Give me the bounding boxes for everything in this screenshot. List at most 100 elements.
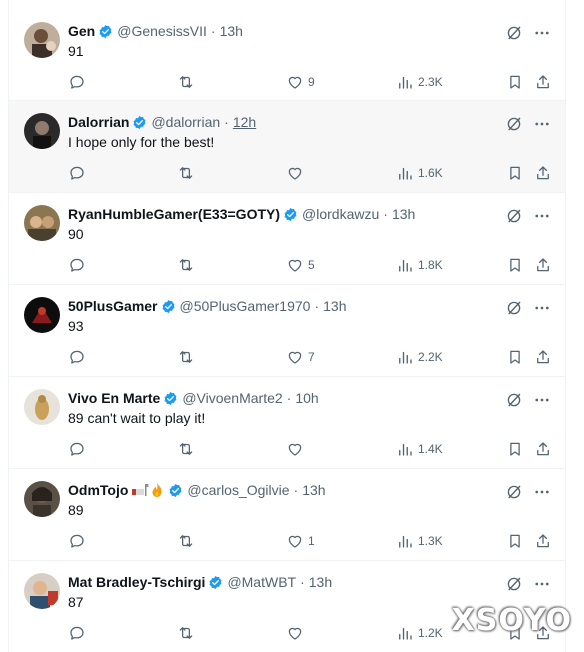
retweet-button[interactable] [177,532,199,550]
handle[interactable]: @MatWBT [227,574,296,590]
display-name[interactable]: RyanHumbleGamer(E33=GOTY) [68,206,280,222]
share-button[interactable] [534,164,552,182]
timestamp[interactable]: 10h [295,390,318,406]
bookmark-button[interactable] [506,164,524,182]
handle[interactable]: @VivoenMarte2 [182,390,282,406]
handle[interactable]: @carlos_Ogilvie [187,482,289,498]
more-icon[interactable] [533,391,551,409]
reply-button[interactable] [68,624,90,642]
like-icon [288,535,302,548]
separator-dot: · [300,574,305,590]
views-button[interactable]: 1.8K [396,256,443,274]
more-icon[interactable] [533,575,551,593]
bookmark-button[interactable] [506,348,524,366]
handle[interactable]: @dalorrian [151,114,220,130]
like-button[interactable]: 9 [286,73,315,91]
bookmark-button[interactable] [506,532,524,550]
grok-icon[interactable] [505,24,523,42]
avatar[interactable] [24,22,60,58]
timestamp[interactable]: 13h [302,482,325,498]
retweet-button[interactable] [177,440,199,458]
grok-icon[interactable] [505,575,523,593]
tweet-header: Mat Bradley-Tschirgi @MatWBT · 13h [68,573,332,591]
verified-badge-icon [169,483,182,497]
reply-button[interactable] [68,256,90,274]
share-button[interactable] [534,440,552,458]
share-button[interactable] [534,256,552,274]
grok-icon[interactable] [505,207,523,225]
reply-button[interactable] [68,440,90,458]
display-name[interactable]: 50PlusGamer [68,298,158,314]
share-button[interactable] [534,73,552,91]
reply-button[interactable] [68,164,90,182]
reply-button[interactable] [68,73,90,91]
display-name[interactable]: Mat Bradley-Tschirgi [68,574,205,590]
more-icon[interactable] [533,24,551,42]
more-icon[interactable] [533,483,551,501]
bookmark-button[interactable] [506,256,524,274]
like-button[interactable] [286,440,308,458]
more-icon[interactable] [533,115,551,133]
bookmark-button[interactable] [506,73,524,91]
like-icon [288,167,302,180]
retweet-button[interactable] [177,164,199,182]
share-button[interactable] [534,348,552,366]
views-button[interactable]: 1.2K [396,624,443,642]
like-button[interactable] [286,624,308,642]
watermark-text: XSOYO [451,603,572,638]
avatar[interactable] [24,573,60,609]
timestamp[interactable]: 13h [309,574,332,590]
views-button[interactable]: 2.2K [396,348,443,366]
avatar[interactable] [24,113,60,149]
share-icon [537,75,549,89]
more-icon[interactable] [533,299,551,317]
like-button[interactable]: 7 [286,348,315,366]
timestamp[interactable]: 13h [392,206,415,222]
avatar[interactable] [24,205,60,241]
bookmark-button[interactable] [506,440,524,458]
reply-button[interactable] [68,348,90,366]
reply-button[interactable] [68,532,90,550]
retweet-button[interactable] [177,624,199,642]
separator-dot: · [293,482,299,498]
grok-icon[interactable] [505,483,523,501]
display-name[interactable]: Vivo En Marte [68,390,160,406]
tweet[interactable]: RyanHumbleGamer(E33=GOTY) @lordkawzu · 1… [9,193,565,285]
retweet-button[interactable] [177,348,199,366]
more-icon[interactable] [533,207,551,225]
handle[interactable]: @50PlusGamer1970 [180,298,311,314]
views-button[interactable]: 1.3K [396,532,443,550]
handle[interactable]: @GenesissVII [117,23,207,39]
tweet[interactable]: Vivo En Marte @VivoenMarte2 · 10h 89 can… [9,377,565,469]
verified-badge-icon [284,207,297,221]
avatar[interactable] [24,481,60,517]
timestamp[interactable]: 12h [233,114,256,130]
avatar[interactable] [24,389,60,425]
retweet-button[interactable] [177,256,199,274]
timestamp[interactable]: 13h [220,23,243,39]
like-button[interactable]: 1 [286,532,315,550]
avatar[interactable] [24,297,60,333]
like-button[interactable]: 5 [286,256,315,274]
grok-icon[interactable] [505,115,523,133]
retweet-button[interactable] [177,73,199,91]
timestamp[interactable]: 13h [323,298,346,314]
tweet[interactable]: 50PlusGamer @50PlusGamer1970 · 13h 93 7 [9,285,565,377]
grok-icon[interactable] [505,299,523,317]
share-button[interactable] [534,532,552,550]
views-button[interactable]: 1.6K [396,164,443,182]
views-button[interactable]: 1.4K [396,440,443,458]
grok-icon[interactable] [505,391,523,409]
separator-dot: · [210,23,216,39]
display-name[interactable]: Dalorrian [68,114,129,130]
tweet[interactable]: Gen @GenesissVII · 13h 91 9 2.3K [9,10,565,101]
display-name[interactable]: Gen [68,23,95,39]
bookmark-icon [510,75,520,89]
tweet[interactable]: OdmTojo @carlos_Ogilvie · 13h 89 1 1.3K [9,469,565,561]
tweet[interactable]: Dalorrian @dalorrian · 12h I hope only f… [9,101,565,193]
handle[interactable]: @lordkawzu [302,206,379,222]
display-name[interactable]: OdmTojo [68,482,128,498]
tweet-text: 87 [68,594,84,610]
views-button[interactable]: 2.3K [396,73,443,91]
like-button[interactable] [286,164,308,182]
